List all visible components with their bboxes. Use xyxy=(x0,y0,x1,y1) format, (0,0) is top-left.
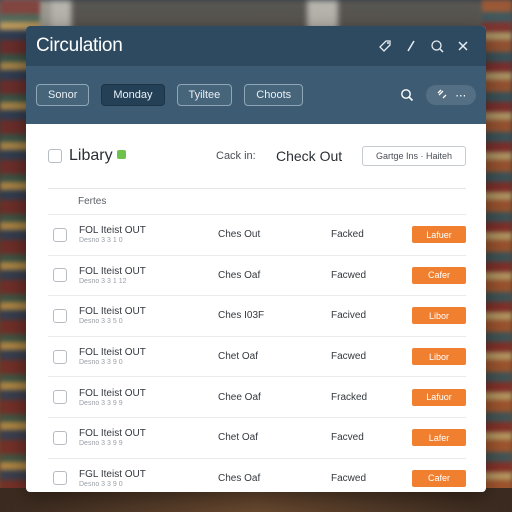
row-item: FOL Iteist OUT Desno 3 3 9 0 xyxy=(79,347,146,366)
row-subtitle: Desno 3 3 1 0 xyxy=(79,237,123,245)
row-status: Ches Out xyxy=(218,229,261,241)
toolbar-button-tyiltee[interactable]: Tyiltee xyxy=(176,84,233,106)
toolbar-button-sonor[interactable]: Sonor xyxy=(36,84,90,106)
row-title: FOL Iteist OUT xyxy=(79,347,146,359)
row-state: Facked xyxy=(331,229,364,241)
row-item: FOL Iteist OUT Desno 3 3 9 9 xyxy=(79,388,146,407)
search-icon[interactable] xyxy=(400,88,414,102)
row-checkbox[interactable] xyxy=(53,227,67,242)
row-action-button[interactable]: Cafer xyxy=(412,469,466,487)
library-label: Libary xyxy=(69,147,113,164)
row-item: FOL Iteist OUT Desno 3 3 5 0 xyxy=(79,306,146,325)
row-subtitle: Desno 3 3 9 9 xyxy=(79,399,123,407)
filter-bar: Libary Cack in: Check Out Gartge Ins · H… xyxy=(48,124,466,188)
row-title: FOL Iteist OUT xyxy=(79,225,146,237)
pencil-icon[interactable] xyxy=(398,33,424,59)
row-action-button[interactable]: Libor xyxy=(412,307,466,325)
row-status: Ches I03F xyxy=(218,310,265,322)
table-row: FOL Iteist OUT Desno 3 3 1 0 Ches Out Fa… xyxy=(48,214,466,255)
row-item: FOL Iteist OUT Desno 3 3 1 12 xyxy=(79,266,146,285)
row-subtitle: Desno 3 3 9 0 xyxy=(79,359,123,367)
row-action-button[interactable]: Lafuer xyxy=(412,226,466,244)
row-checkbox[interactable] xyxy=(53,268,67,283)
row-title: FOL Iteist OUT xyxy=(79,428,146,440)
row-status: Chet Oaf xyxy=(218,432,259,444)
row-state: Facived xyxy=(331,310,367,322)
row-action-button[interactable]: Lafuor xyxy=(412,388,466,406)
table-row: FOL Iteist OUT Desno 3 3 9 9 Chet Oaf Fa… xyxy=(48,416,466,458)
more-icon: ⋯ xyxy=(455,89,467,102)
table-row: FOL Iteist OUT Desno 3 3 5 0 Ches I03F F… xyxy=(48,295,466,336)
row-status: Chet Oaf xyxy=(218,351,259,363)
row-status: Ches Oaf xyxy=(218,269,261,281)
column-header: Fertes xyxy=(48,188,466,214)
row-checkbox[interactable] xyxy=(53,471,67,486)
table-row: FOL Iteist OUT Desno 3 3 9 0 Chet Oaf Fa… xyxy=(48,335,466,377)
table-row: FOL Iteist OUT Desno 3 3 1 12 Ches Oaf F… xyxy=(48,254,466,296)
help-icon[interactable] xyxy=(424,33,450,59)
row-item: FGL Iteist OUT Desno 3 3 9 0 xyxy=(79,469,146,488)
title-bar: Circulation xyxy=(26,26,486,66)
row-checkbox[interactable] xyxy=(53,349,67,364)
row-checkbox[interactable] xyxy=(53,308,67,323)
tag-icon[interactable] xyxy=(372,33,398,59)
filter-dropdown[interactable]: Gartge Ins · Haiteh xyxy=(362,146,466,166)
row-state: Facwed xyxy=(331,351,367,363)
row-status: Chee Oaf xyxy=(218,391,261,403)
row-state: Fracked xyxy=(331,391,368,403)
row-item: FOL Iteist OUT Desno 3 3 1 0 xyxy=(79,225,146,244)
row-status: Ches Oaf xyxy=(218,472,261,484)
link-toggle[interactable]: ⋯ xyxy=(426,85,476,105)
row-subtitle: Desno 3 3 9 9 xyxy=(79,440,123,448)
content-area: Libary Cack in: Check Out Gartge Ins · H… xyxy=(26,124,486,492)
toolbar-button-monday[interactable]: Monday xyxy=(101,84,165,106)
row-checkbox[interactable] xyxy=(53,430,67,445)
close-icon[interactable] xyxy=(450,33,476,59)
row-action-button[interactable]: Cafer xyxy=(412,266,466,284)
window-title: Circulation xyxy=(36,35,123,56)
table-row: FGL Iteist OUT Desno 3 3 9 0 Ches Oaf Fa… xyxy=(48,457,466,492)
row-title: FOL Iteist OUT xyxy=(79,265,146,277)
row-subtitle: Desno 3 3 1 12 xyxy=(79,277,127,285)
check-in-label: Cack in: xyxy=(216,150,256,162)
background-bookshelf-right xyxy=(482,0,512,512)
table-row: FOL Iteist OUT Desno 3 3 9 9 Chee Oaf Fr… xyxy=(48,376,466,417)
row-checkbox[interactable] xyxy=(53,390,67,405)
toolbar: Sonor Monday Tyiltee Choots ⋯ xyxy=(26,66,486,124)
toolbar-button-choots[interactable]: Choots xyxy=(244,84,304,106)
link-icon xyxy=(436,88,448,103)
row-title: FOL Iteist OUT xyxy=(79,387,146,399)
row-subtitle: Desno 3 3 5 0 xyxy=(79,318,123,326)
library-checkbox[interactable] xyxy=(48,149,62,163)
row-action-button[interactable]: Libor xyxy=(412,348,466,366)
row-action-button[interactable]: Lafer xyxy=(412,429,466,447)
check-out-label: Check Out xyxy=(276,148,343,164)
row-title: FGL Iteist OUT xyxy=(79,468,146,480)
row-state: Facwed xyxy=(331,472,367,484)
row-item: FOL Iteist OUT Desno 3 3 9 9 xyxy=(79,428,146,447)
row-subtitle: Desno 3 3 9 0 xyxy=(79,480,123,488)
new-badge xyxy=(116,149,126,159)
circulation-window: Circulation Sonor Monday Tyiltee Choots … xyxy=(26,26,486,492)
row-state: Facved xyxy=(331,432,364,444)
row-state: Facwed xyxy=(331,269,367,281)
row-title: FOL Iteist OUT xyxy=(79,306,146,318)
